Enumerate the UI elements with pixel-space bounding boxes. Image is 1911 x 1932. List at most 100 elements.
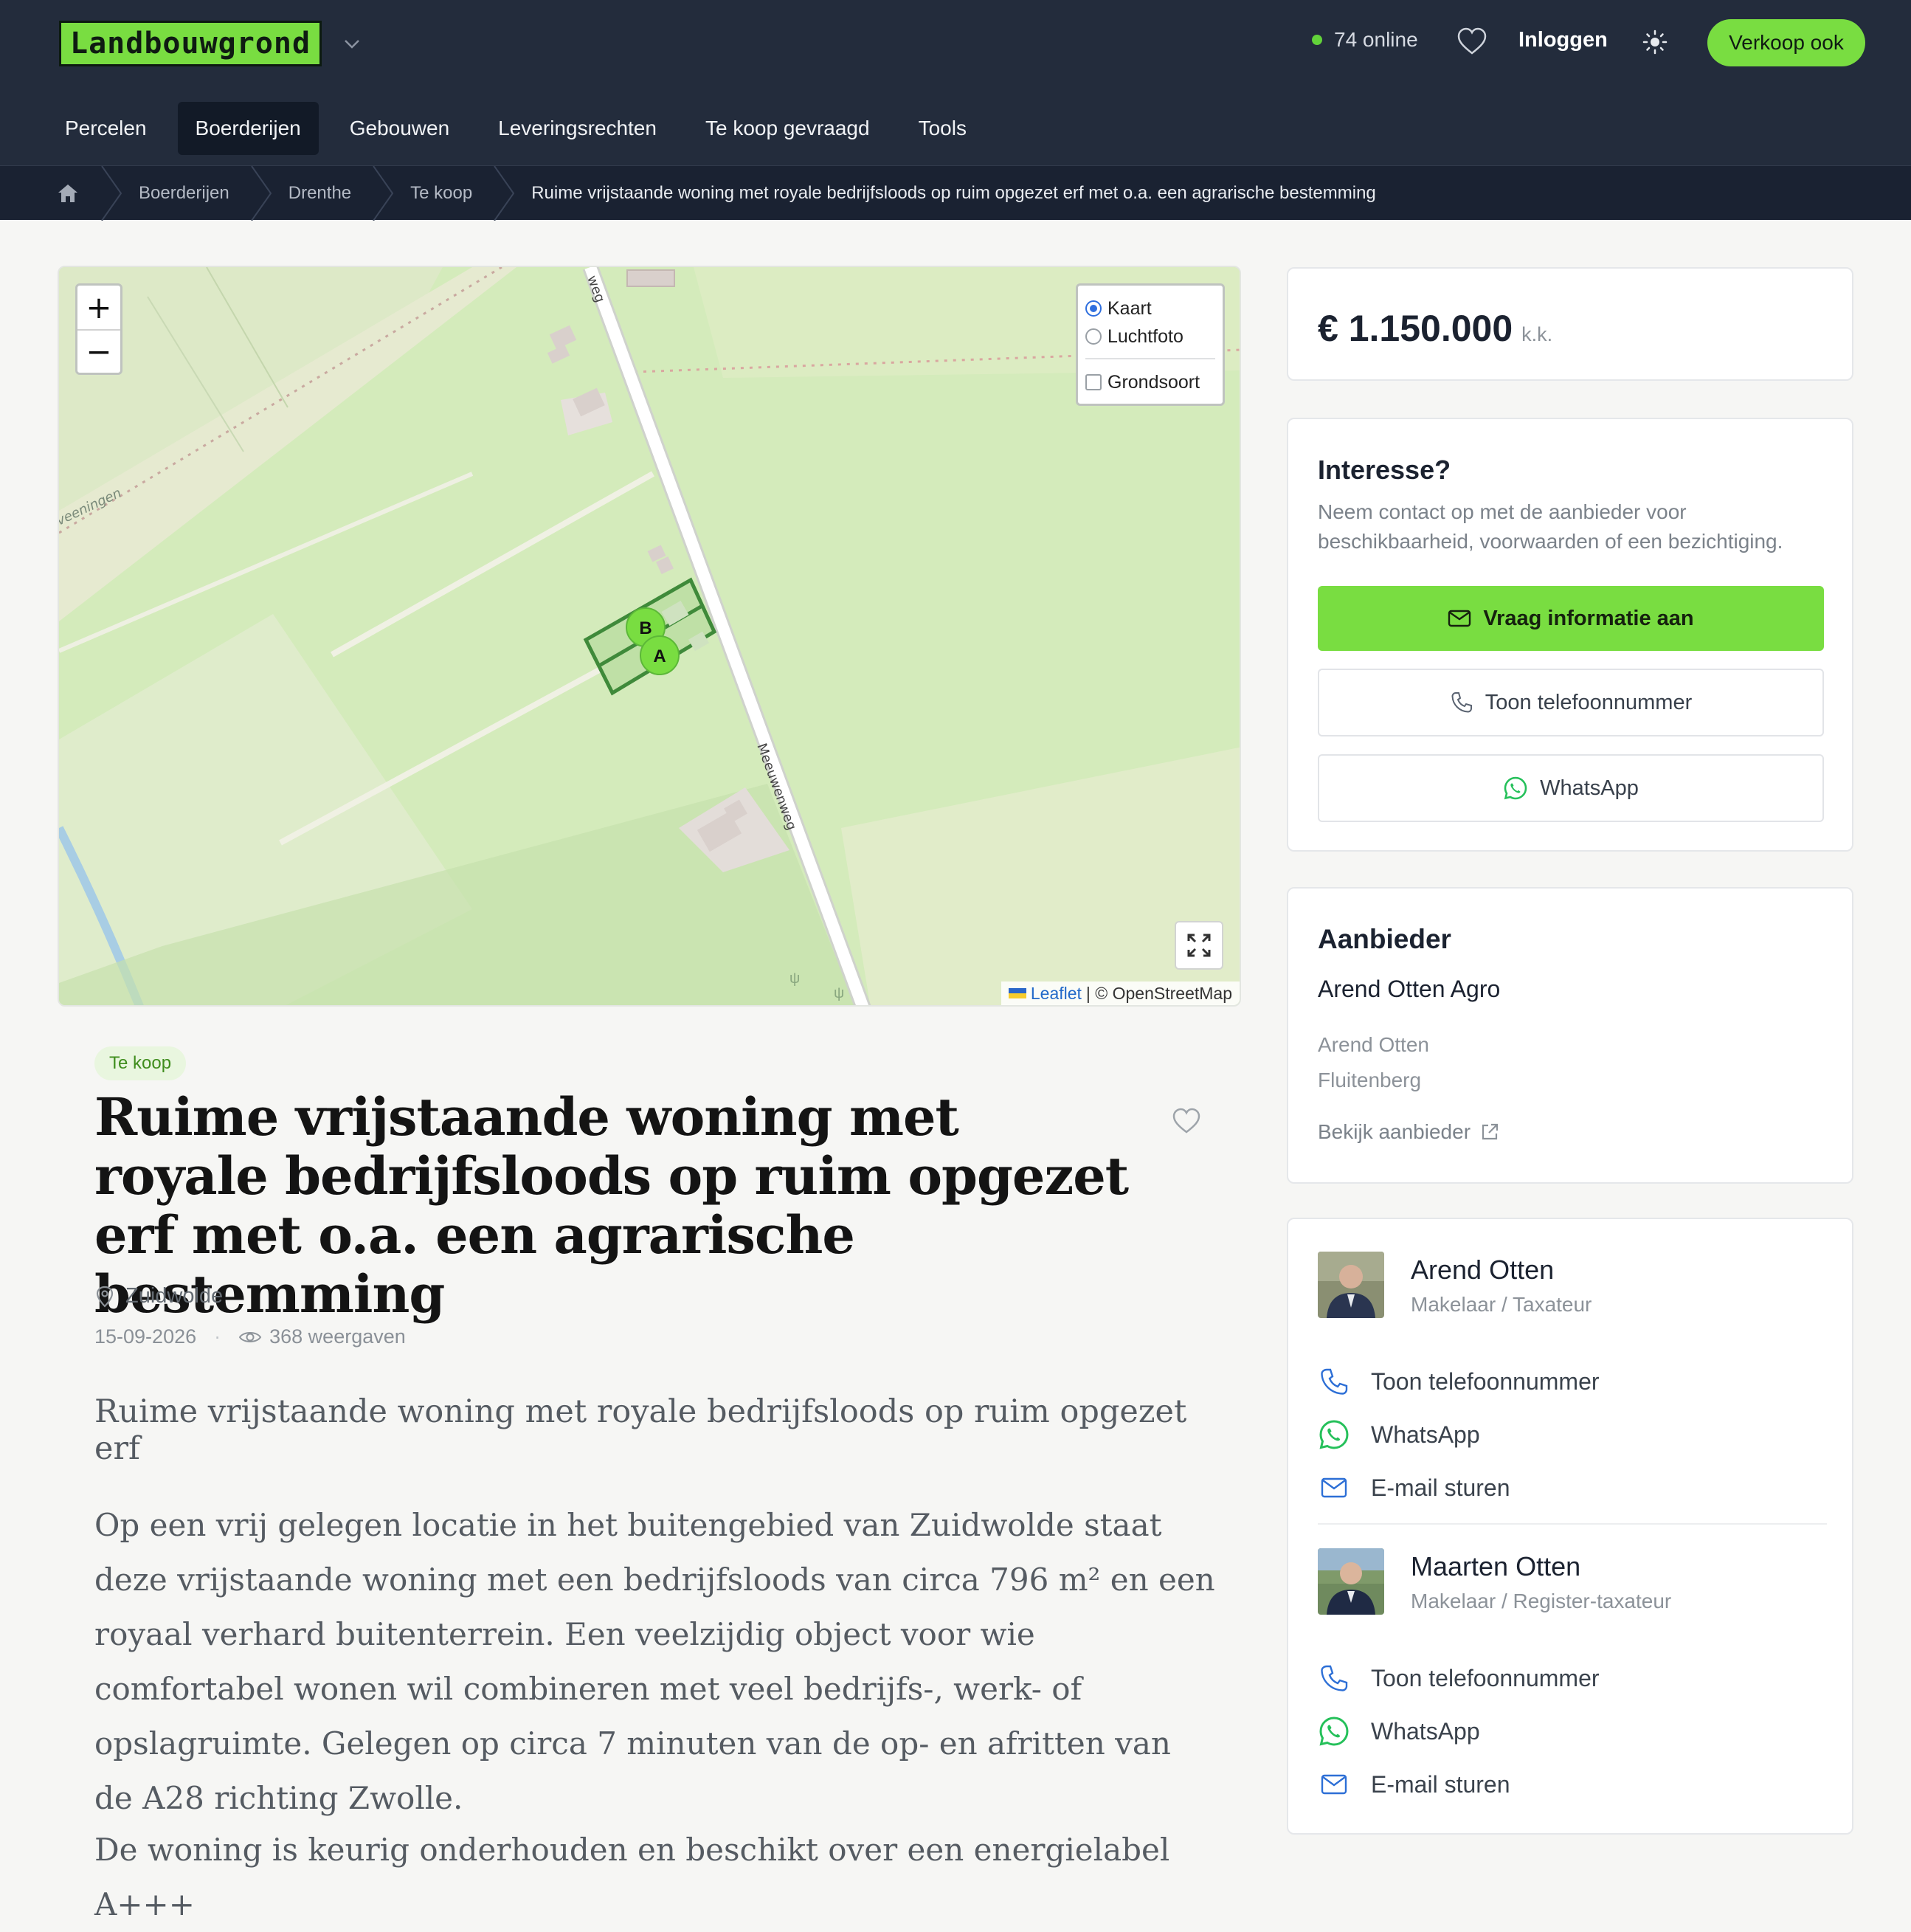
- chevron-down-icon[interactable]: [341, 32, 363, 55]
- nav-item-percelen[interactable]: Percelen: [47, 102, 165, 155]
- price-amount: € 1.150.000: [1318, 308, 1513, 349]
- view-provider-link[interactable]: Bekijk aanbieder: [1318, 1120, 1500, 1144]
- nav-item-gebouwen[interactable]: Gebouwen: [332, 102, 467, 155]
- listing-description-2: De woning is keurig onderhouden en besch…: [94, 1832, 1170, 1922]
- request-info-button[interactable]: Vraag informatie aan: [1318, 586, 1824, 651]
- agent-name: Arend Otten: [1411, 1255, 1555, 1285]
- external-link-icon: [1482, 1123, 1499, 1140]
- zoom-in-button[interactable]: +: [77, 286, 120, 329]
- theme-toggle-sun-icon[interactable]: [1642, 30, 1668, 55]
- zoom-out-button[interactable]: −: [77, 329, 120, 373]
- breadcrumb: Boerderijen Drenthe Te koop Ruime vrijst…: [0, 165, 1911, 221]
- whatsapp-icon: [1504, 776, 1527, 800]
- whatsapp-icon: [1319, 1420, 1349, 1449]
- listing-meta: 15-09-2026 · 368 weergaven: [94, 1325, 406, 1348]
- online-count: 74 online: [1312, 28, 1418, 52]
- online-label: 74 online: [1334, 28, 1418, 51]
- layer-option-kaart[interactable]: Kaart: [1085, 294, 1215, 322]
- page-title: Ruime vrijstaande woning met royale bedr…: [94, 1086, 1129, 1325]
- login-link[interactable]: Inloggen: [1518, 28, 1608, 52]
- breadcrumb-item[interactable]: Te koop: [351, 165, 472, 221]
- nav-item-te-koop-gevraagd[interactable]: Te koop gevraagd: [688, 102, 888, 155]
- marker-a[interactable]: A: [640, 635, 680, 675]
- breadcrumb-item[interactable]: Drenthe: [229, 165, 351, 221]
- home-icon[interactable]: [56, 182, 80, 205]
- interest-title: Interesse?: [1318, 455, 1451, 485]
- checkbox[interactable]: [1085, 374, 1102, 390]
- top-bar: Landbouwgrond 74 online Inloggen Verkoop…: [0, 0, 1911, 165]
- price-suffix: k.k.: [1521, 323, 1553, 345]
- whatsapp-button[interactable]: WhatsApp: [1318, 754, 1824, 822]
- whatsapp-icon: [1319, 1717, 1349, 1746]
- expand-icon: [1187, 934, 1211, 957]
- avatar: [1318, 1252, 1384, 1318]
- avatar: [1318, 1548, 1384, 1615]
- breadcrumb-current: Ruime vrijstaande woning met royale bedr…: [472, 165, 1376, 221]
- phone-icon: [1321, 1368, 1348, 1395]
- mail-icon: [1321, 1774, 1347, 1795]
- layer-option-luchtfoto[interactable]: Luchtfoto: [1085, 322, 1215, 351]
- layer-control: Kaart Luchtfoto Grondsoort: [1076, 283, 1225, 406]
- breadcrumb-item[interactable]: Boerderijen: [80, 165, 229, 221]
- map-pin-icon: [96, 1286, 114, 1308]
- mail-icon: [1321, 1477, 1347, 1498]
- agent-email-link[interactable]: E-mail sturen: [1318, 1768, 1510, 1801]
- svg-text:B: B: [639, 618, 652, 638]
- attribution-text: | © OpenStreetMap: [1085, 983, 1232, 1003]
- location-label: Zuidwolde: [125, 1284, 224, 1308]
- show-phone-button[interactable]: Toon telefoonnummer: [1318, 669, 1824, 736]
- radio-checked-icon[interactable]: [1085, 300, 1102, 317]
- mail-icon: [1448, 610, 1471, 627]
- listing-date: 15-09-2026: [94, 1325, 197, 1348]
- tree-icon: ψ: [789, 970, 800, 987]
- location: Zuidwolde: [94, 1284, 223, 1308]
- breadcrumb-separator-icon: [250, 165, 272, 221]
- zoom-control: + −: [75, 283, 122, 375]
- price-card: € 1.150.000 k.k.: [1287, 267, 1853, 381]
- parcel-map[interactable]: Meeuwenweg weg veeningen ψ ψ B A + − Kaa…: [58, 266, 1241, 1007]
- nav-item-tools[interactable]: Tools: [901, 102, 984, 155]
- listing-lead: Ruime vrijstaande woning met royale bedr…: [94, 1393, 1187, 1467]
- ukraine-flag-icon: [1008, 988, 1026, 998]
- site-logo[interactable]: Landbouwgrond: [59, 21, 322, 66]
- provider-name: Arend Otten Agro: [1318, 976, 1501, 1002]
- phone-icon: [1451, 692, 1472, 713]
- provider-person: Arend Otten: [1318, 1033, 1429, 1056]
- agent-name: Maarten Otten: [1411, 1551, 1581, 1581]
- interest-text: Neem contact op met de aanbieder voor be…: [1318, 500, 1783, 553]
- nav-item-boerderijen[interactable]: Boerderijen: [177, 102, 319, 155]
- map-tiles: Meeuwenweg weg veeningen ψ ψ B A: [59, 267, 1240, 1005]
- layer-option-grondsoort[interactable]: Grondsoort: [1085, 368, 1215, 396]
- breadcrumb-separator-icon: [494, 165, 515, 221]
- agent-phone-link[interactable]: Toon telefoonnummer: [1318, 1662, 1600, 1694]
- main-nav: Percelen Boerderijen Gebouwen Leveringsr…: [47, 102, 984, 155]
- agent-phone-link[interactable]: Toon telefoonnummer: [1318, 1365, 1600, 1398]
- provider-card: Aanbieder Arend Otten Agro Arend Otten F…: [1287, 887, 1853, 1184]
- nav-item-leveringsrechten[interactable]: Leveringsrechten: [480, 102, 674, 155]
- provider-title: Aanbieder: [1318, 924, 1451, 954]
- svg-text:A: A: [653, 646, 666, 666]
- leaflet-link[interactable]: Leaflet: [1031, 984, 1082, 1004]
- phone-icon: [1321, 1665, 1348, 1691]
- agent-whatsapp-link[interactable]: WhatsApp: [1318, 1715, 1480, 1748]
- status-badge: Te koop: [94, 1046, 187, 1080]
- tree-icon: ψ: [834, 985, 844, 1001]
- favorites-heart-icon[interactable]: [1456, 27, 1487, 56]
- fullscreen-button[interactable]: [1175, 921, 1223, 970]
- sell-button[interactable]: Verkoop ook: [1707, 19, 1865, 66]
- breadcrumb-separator-icon: [101, 165, 122, 221]
- divider: [1318, 1523, 1827, 1525]
- favorite-heart-icon[interactable]: [1172, 1107, 1201, 1135]
- map-attribution: Leaflet | © OpenStreetMap: [1001, 981, 1240, 1005]
- radio-icon[interactable]: [1085, 328, 1102, 345]
- listing-description: Op een vrij gelegen locatie in het buite…: [94, 1507, 1215, 1816]
- breadcrumb-separator-icon: [373, 165, 394, 221]
- eye-icon: [238, 1331, 262, 1342]
- meta-separator: ·: [214, 1325, 221, 1348]
- agent-whatsapp-link[interactable]: WhatsApp: [1318, 1418, 1480, 1451]
- provider-place: Fluitenberg: [1318, 1069, 1422, 1091]
- agent-email-link[interactable]: E-mail sturen: [1318, 1472, 1510, 1504]
- online-dot-icon: [1312, 35, 1322, 45]
- agent-role: Makelaar / Register-taxateur: [1411, 1590, 1672, 1612]
- agents-card: Arend Otten Makelaar / Taxateur Toon tel…: [1287, 1218, 1853, 1835]
